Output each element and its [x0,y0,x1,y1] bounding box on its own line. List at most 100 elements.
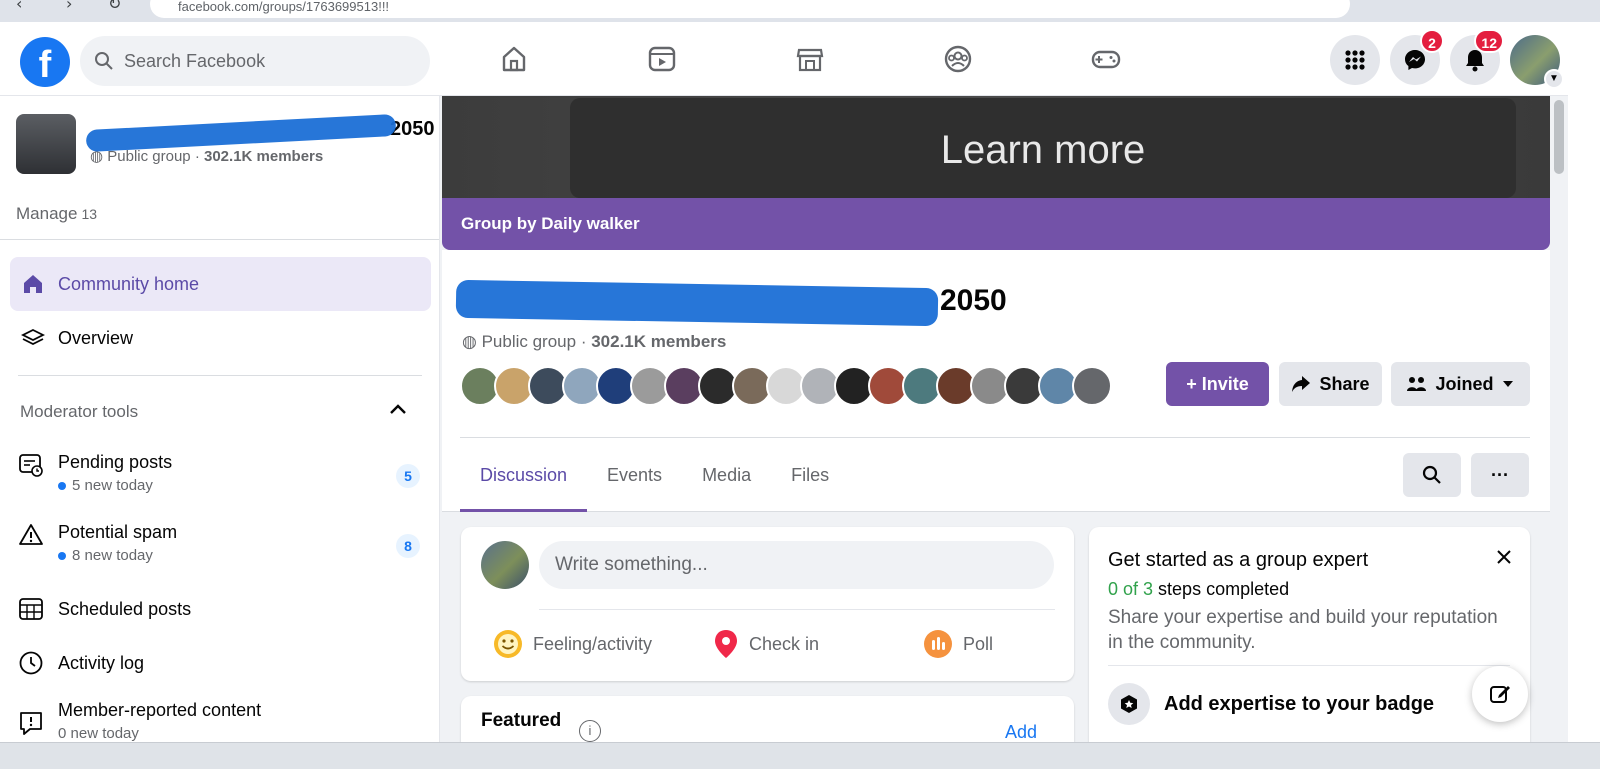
marketplace-icon [796,48,824,72]
new-dot [58,481,66,490]
check-in-label: Check in [749,633,820,654]
close-icon[interactable] [1496,545,1512,571]
address-bar[interactable]: facebook.com/groups/1763699513!!! [150,0,1350,18]
tab-media[interactable]: Media [682,448,771,512]
tool-sub-text: 5 new today [72,477,153,494]
forward-icon[interactable]: › [66,0,72,13]
featured-title: Featured [481,710,562,731]
home-icon [502,46,526,72]
messenger-badge: 2 [1420,29,1444,53]
share-button[interactable]: Share [1279,362,1382,406]
feeling-activity-button[interactable]: Feeling/activity [493,629,652,659]
invite-label: + Invite [1186,373,1249,394]
user-avatar[interactable] [481,541,529,589]
tool-label: Pending posts [58,452,173,472]
add-expertise-item[interactable]: Add expertise to your badge [1108,683,1434,725]
manage-count: 13 [81,206,98,222]
group-title[interactable]: 2050 [455,279,1058,327]
top-navigation-bar: f Search Facebook 2 12 ▼ [0,22,1600,96]
tool-potential-spam[interactable]: Potential spam 8 new today 8 [18,522,428,564]
group-title-suffix: 2050 [940,284,1007,317]
tool-scheduled-posts[interactable]: Scheduled posts [18,596,428,622]
tab-events[interactable]: Events [587,448,682,512]
check-in-button[interactable]: Check in [713,629,819,659]
pending-count-badge: 5 [396,464,420,488]
write-something-input[interactable]: Write something... [539,541,1054,589]
group-thumbnail[interactable] [16,114,76,174]
scrollbar-thumb[interactable] [1554,100,1564,174]
grid-menu-icon [1345,50,1365,70]
tab-files[interactable]: Files [771,448,849,512]
account-controls: 2 12 ▼ [1330,29,1564,89]
group-members[interactable]: 302.1K members [591,332,726,351]
tool-pending-posts[interactable]: Pending posts 5 new today 5 [18,452,428,494]
group-cover-photo: Learn more [442,96,1550,198]
divider [539,609,1055,610]
profile-avatar[interactable]: ▼ [1510,35,1564,89]
feeling-label: Feeling/activity [533,633,653,654]
more-options-button[interactable]: ··· [1471,453,1529,497]
tool-member-reported[interactable]: Member-reported content 0 new today [18,700,428,742]
more-icon: ··· [1491,464,1509,485]
manage-label: Manage 13 [16,204,97,224]
poll-label: Poll [963,633,994,654]
sidebar-item-community-home[interactable]: Community home [10,257,431,311]
member-avatar[interactable] [1072,366,1112,406]
facebook-logo[interactable]: f [20,37,70,87]
menu-button[interactable] [1330,35,1380,85]
nav-groups[interactable] [884,22,1032,96]
layers-icon [20,325,46,351]
tab-discussion[interactable]: Discussion [460,448,588,512]
tool-label: Scheduled posts [58,598,192,619]
group-expert-card: Get started as a group expert 0 of 3 ste… [1089,527,1530,769]
group-search-button[interactable] [1403,453,1461,497]
tool-label: Activity log [58,652,145,673]
cover-learn-more-text: Learn more [940,128,1146,172]
notifications-badge: 12 [1474,29,1504,53]
group-members: 302.1K members [204,148,324,165]
notifications-button[interactable]: 12 [1450,29,1504,85]
messenger-icon [1405,50,1425,70]
group-meta: ◍ Public group · 302.1K members [462,332,727,351]
clock-icon [18,650,44,676]
featured-add-link[interactable]: Add [1005,722,1037,743]
caret-down-icon [1502,381,1513,387]
search-placeholder: Search Facebook [124,50,266,71]
sidebar-group-header[interactable]: 2050 ◍ Public group · 302.1K members [16,113,435,174]
group-by-strip[interactable]: Group by Daily walker [442,198,1550,250]
report-icon [18,710,44,736]
joined-button[interactable]: Joined [1391,362,1530,406]
sidebar-item-overview[interactable]: Overview [10,311,431,365]
tool-sub-text: 0 new today [58,725,139,742]
info-icon[interactable]: i [579,720,601,742]
poll-button[interactable]: Poll [923,629,993,659]
video-icon [648,46,676,72]
home-icon [20,271,46,297]
search-input[interactable]: Search Facebook [80,36,430,86]
sidebar-group-meta: ◍ Public group · 302.1K members [90,148,324,165]
tool-label: Potential spam [58,522,178,542]
back-icon[interactable]: ‹ [16,0,22,13]
member-avatars[interactable] [460,366,1112,406]
nav-marketplace[interactable] [736,22,884,96]
new-message-button[interactable] [1472,666,1528,722]
tool-activity-log[interactable]: Activity log [18,650,428,676]
group-name-suffix: 2050 [390,118,435,140]
expert-description: Share your expertise and build your repu… [1108,607,1498,653]
nav-home[interactable] [440,22,588,96]
chevron-up-icon[interactable] [388,400,408,421]
divider [18,375,422,376]
divider [460,437,1530,438]
sidebar-group-name[interactable]: 2050 [85,113,435,153]
messenger-button[interactable]: 2 [1390,29,1444,85]
reload-icon[interactable]: ↻ [108,0,121,13]
divider [0,239,439,240]
left-sidebar: 2050 ◍ Public group · 302.1K members Man… [0,96,440,769]
joined-label: Joined [1435,373,1494,394]
divider [1108,665,1510,666]
manage-text: Manage [16,204,78,223]
invite-button[interactable]: + Invite [1166,362,1269,406]
nav-gaming[interactable] [1032,22,1180,96]
nav-video[interactable] [588,22,736,96]
page-scrollbar[interactable] [1550,96,1568,769]
